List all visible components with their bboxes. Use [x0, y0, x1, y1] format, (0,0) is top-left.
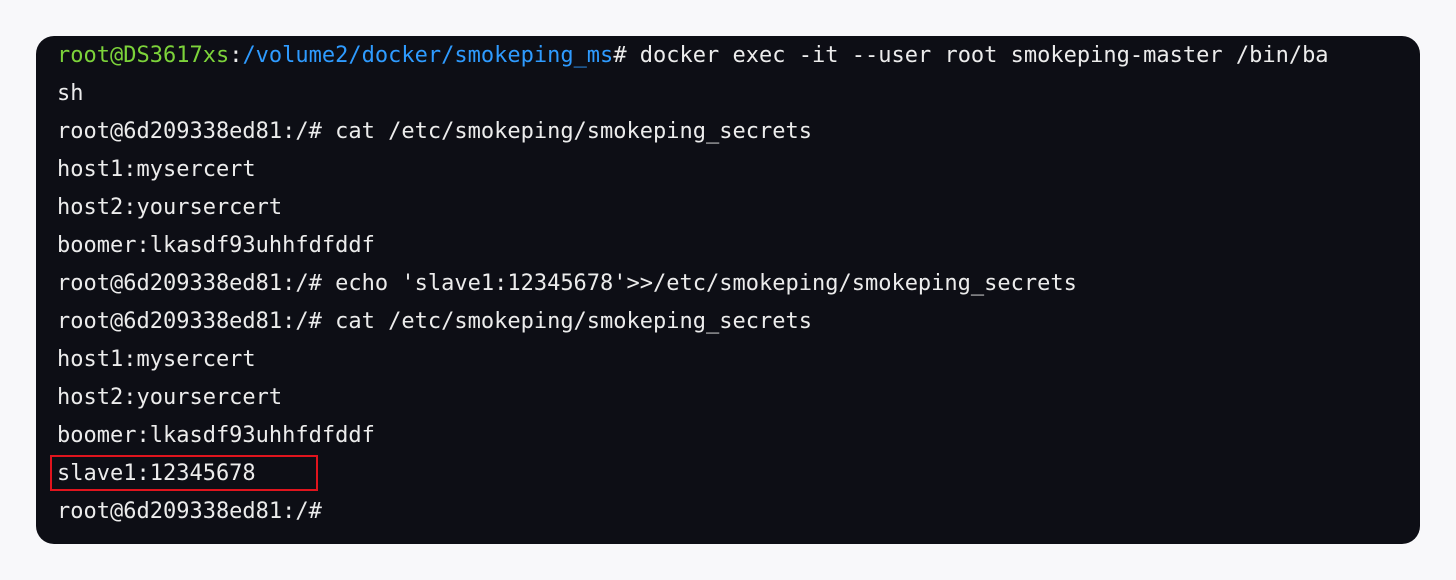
prompt-user-host: root@DS3617xs [57, 43, 230, 68]
terminal-line: host1:mysercert [57, 347, 256, 372]
terminal-prompt-line: root@6d209338ed81:/# [57, 499, 322, 524]
terminal-line: root@6d209338ed81:/# cat /etc/smokeping/… [57, 309, 812, 334]
terminal-window[interactable]: root@DS3617xs:/volume2/docker/smokeping_… [36, 36, 1420, 544]
terminal-line: host2:yoursercert [57, 195, 283, 220]
prompt-path: /volume2/docker/smokeping_ms [242, 43, 614, 68]
command-text: docker exec -it --user root smokeping-ma… [626, 43, 1329, 68]
highlight-box [50, 455, 318, 491]
terminal-line: host2:yoursercert [57, 385, 283, 410]
terminal-line: boomer:lkasdf93uhhfdfddf [57, 233, 375, 258]
terminal-line: host1:mysercert [57, 157, 256, 182]
terminal-line-1: root@DS3617xs:/volume2/docker/smokeping_… [57, 37, 1329, 75]
prompt-separator: : [229, 43, 243, 68]
terminal-line: root@6d209338ed81:/# cat /etc/smokeping/… [57, 119, 812, 144]
terminal-line: root@6d209338ed81:/# echo 'slave1:123456… [57, 271, 1077, 296]
prompt-symbol: # [613, 43, 627, 68]
terminal-line: boomer:lkasdf93uhhfdfddf [57, 423, 375, 448]
terminal-line-wrap: sh [57, 81, 84, 106]
